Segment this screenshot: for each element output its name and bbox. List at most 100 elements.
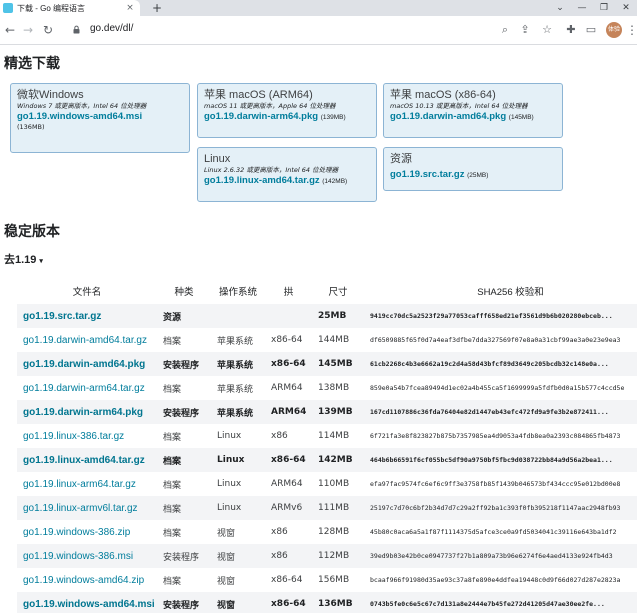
file-sha256: efa97fac9574fc6ef6c9ff3e3758fb85f1439b04… [370,480,621,488]
file-kind: 档案 [163,576,182,587]
card-download-link[interactable]: go1.19.windows-amd64.msi [17,111,183,123]
file-link[interactable]: go1.19.darwin-amd64.tar.gz [17,328,157,352]
table-row: go1.19.darwin-amd64.pkg 安装程序 苹果系统 x86-64… [17,352,637,376]
file-kind: 档案 [163,336,182,347]
reload-icon[interactable]: ↻ [40,22,56,38]
card-download-link[interactable]: go1.19.src.tar.gz (25MB) [390,169,556,182]
menu-dots-icon[interactable]: ⋮ [626,22,637,38]
card-title: 资源 [390,153,412,165]
new-tab-button[interactable]: + [150,1,164,15]
file-link[interactable]: go1.19.windows-amd64.zip [17,568,157,592]
file-link[interactable]: go1.19.linux-amd64.tar.gz [17,448,157,472]
file-link[interactable]: go1.19.darwin-arm64.tar.gz [17,376,157,400]
file-size: 139MB [312,400,364,424]
file-arch: ARM64 [271,383,303,393]
close-window-button[interactable]: ✕ [615,0,637,16]
file-sha256: 39ed9b03e42b0ce0947737f27b1a809a73b96e62… [364,544,637,568]
file-link[interactable]: go1.19.linux-arm64.tar.gz [17,472,157,496]
file-os: Linux [211,448,265,472]
browser-tab[interactable]: 下载 - Go 编程语言 × [0,0,140,16]
bookmark-star-icon[interactable]: ☆ [540,23,554,37]
file-link[interactable]: go1.19.darwin-arm64.pkg [17,400,157,424]
file-link[interactable]: go1.19.src.tar.gz [17,304,157,328]
card-file-name[interactable]: go1.19.darwin-amd64.pkg [390,111,506,122]
address-bar[interactable]: go.dev/dl/ [90,23,133,34]
go-favicon-icon [3,3,13,13]
file-kind: 档案 [157,496,211,520]
file-kind: 档案 [163,528,182,539]
file-link[interactable]: go1.19.darwin-amd64.pkg [17,352,157,376]
card-file-size: (145MB) [508,114,534,121]
file-sha256: 859e0a54b7fcea89494d1ec02a4b455ca5f16999… [370,384,625,392]
file-arch: ARM64 [271,479,303,489]
card-download-link[interactable]: go1.19.darwin-arm64.pkg (139MB) [204,111,370,124]
file-arch: x86 [271,527,288,537]
version-toggle[interactable]: 去1.19 ▾ [4,251,43,267]
card-file-name[interactable]: go1.19.linux-amd64.tar.gz [204,175,320,186]
downloads-table: 文件名 种类 操作系统 拱 尺寸 SHA256 校验和 go1.19.src.t… [17,277,637,613]
lock-icon[interactable] [72,25,81,34]
forward-arrow-icon[interactable]: → [20,22,36,38]
card-download-link[interactable]: go1.19.linux-amd64.tar.gz (142MB) [204,175,370,188]
file-sha256: 45b80c0aca6a5a1f87f1114375d5afce3ce0a9fd… [370,528,617,536]
featured-card-linux[interactable]: Linux Linux 2.6.32 或更高版本，Intel 64 位处理器 g… [197,147,377,202]
file-link[interactable]: go1.19.windows-386.msi [17,544,157,568]
file-size: 25MB [312,304,364,328]
file-kind: 档案 [163,480,182,491]
close-tab-icon[interactable]: × [125,3,135,13]
featured-downloads-heading: 精选下载 [4,55,60,71]
file-size: 145MB [312,352,364,376]
card-file-name[interactable]: go1.19.darwin-arm64.pkg [204,111,318,122]
table-row: go1.19.darwin-arm64.pkg 安装程序 苹果系统 ARM64 … [17,400,637,424]
file-link[interactable]: go1.19.windows-amd64.msi [17,592,157,613]
file-sha256: df6509885f65f0d7a4eaf3dfbe7dda327569f07e… [370,336,621,344]
file-size: 128MB [318,527,350,537]
table-row: go1.19.windows-386.zip 档案 视窗 x86 128MB 4… [17,520,637,544]
card-note: Windows 7 或更高版本，Intel 64 位处理器 [17,102,147,110]
card-note: Linux 2.6.32 或更高版本，Intel 64 位处理器 [204,166,339,174]
maximize-button[interactable]: ❐ [593,0,615,16]
file-arch: x86-64 [265,592,312,613]
file-link[interactable]: go1.19.windows-386.zip [17,520,157,544]
file-arch: x86 [271,431,288,441]
table-row: go1.19.src.tar.gz 资源 25MB 9419cc70dc5a25… [17,304,637,328]
file-sha256: 0743b5fe0c6e5c67c7d131a8e2444e7b45fe272d… [364,592,637,613]
search-icon[interactable]: ⌕ [498,23,512,37]
file-sha256: 6f721fa3e8f823827b875b7357985ea4d9053a4f… [370,432,621,440]
file-arch: x86 [265,544,312,568]
extensions-puzzle-icon[interactable]: ✚ [564,23,578,37]
file-sha256: 9419cc70dc5a2523f29a77053cafff658ed21ef3… [364,304,637,328]
featured-card-source[interactable]: 资源 go1.19.src.tar.gz (25MB) [383,147,563,191]
file-os: 苹果系统 [211,352,265,376]
file-link[interactable]: go1.19.linux-armv6l.tar.gz [17,496,157,520]
file-arch: x86-64 [265,352,312,376]
reading-list-icon[interactable]: ▭ [584,23,598,37]
share-icon[interactable]: ⇪ [518,23,532,37]
table-row: go1.19.linux-amd64.tar.gz 档案 Linux x86-6… [17,448,637,472]
version-label: 去1.19 [4,254,37,266]
file-arch: ARM64 [265,400,312,424]
file-kind: 档案 [163,384,182,395]
table-row: go1.19.windows-amd64.msi 安装程序 视窗 x86-64 … [17,592,637,613]
file-sha256: bcaaf966f91980d35ae93c37a8fe890e4ddfea19… [370,576,621,584]
file-link[interactable]: go1.19.linux-386.tar.gz [17,424,157,448]
card-file-name[interactable]: go1.19.src.tar.gz [390,169,464,180]
file-kind: 安装程序 [157,400,211,424]
card-title: 苹果 macOS (x86-64) [390,89,496,101]
file-size: 156MB [318,575,350,585]
minimize-button[interactable]: — [571,0,593,16]
card-download-link[interactable]: go1.19.darwin-amd64.pkg (145MB) [390,111,556,124]
file-size: 110MB [318,479,350,489]
profile-avatar[interactable]: 体验 [606,22,622,38]
featured-card-windows[interactable]: 微软Windows Windows 7 或更高版本，Intel 64 位处理器 … [10,83,190,153]
page-content: 精选下载 微软Windows Windows 7 或更高版本，Intel 64 … [0,45,637,613]
table-row: go1.19.linux-386.tar.gz 档案 Linux x86 114… [17,424,637,448]
back-arrow-icon[interactable]: ← [2,22,18,38]
file-sha256: 61cb2268c4b3e6662a19c2d4a58d43bfcf89d364… [364,352,637,376]
file-sha256: 464b6b66591f6cf055bc5df90a9750bf5fbc9d03… [364,448,637,472]
featured-card-macos-arm64[interactable]: 苹果 macOS (ARM64) macOS 11 或更高版本，Apple 64… [197,83,377,138]
tab-search-icon[interactable]: ⌄ [549,0,571,16]
featured-card-macos-x86-64[interactable]: 苹果 macOS (x86-64) macOS 10.13 或更高版本，Inte… [383,83,563,138]
file-os: 视窗 [211,544,265,568]
file-arch [265,304,312,328]
